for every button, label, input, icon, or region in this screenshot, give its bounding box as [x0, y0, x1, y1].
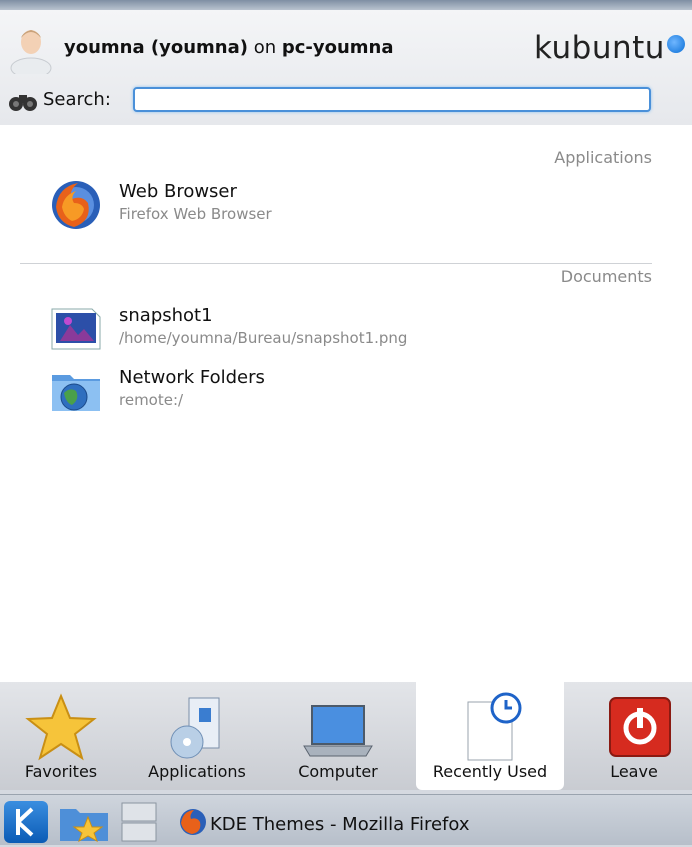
tab-recently-used[interactable]: Recently Used — [416, 682, 564, 790]
list-item-snapshot1[interactable]: snapshot1 /home/youmna/Bureau/snapshot1.… — [46, 301, 666, 357]
list-item-web-browser[interactable]: Web Browser Firefox Web Browser — [46, 177, 666, 233]
tab-label: Applications — [148, 762, 246, 781]
network-folder-icon — [52, 375, 100, 411]
tab-label: Leave — [610, 762, 658, 781]
tab-label: Favorites — [24, 762, 98, 781]
list-item-subtitle: remote:/ — [119, 391, 184, 409]
kubuntu-logo: kubuntu — [534, 30, 665, 66]
host-name: pc-youmna — [281, 37, 394, 58]
documents-section-header: Documents — [560, 267, 652, 286]
user-name: youmna (youmna) — [64, 37, 248, 58]
section-divider — [20, 263, 652, 264]
search-label: Search: — [43, 89, 111, 110]
list-item-subtitle: /home/youmna/Bureau/snapshot1.png — [119, 329, 408, 347]
menu-header: youmna (youmna) on pc-youmna kubuntu Sea… — [0, 10, 692, 125]
list-item-title: Network Folders — [119, 367, 265, 388]
list-item-subtitle: Firefox Web Browser — [119, 205, 272, 223]
tab-leave[interactable]: Leave — [586, 682, 682, 790]
tab-applications[interactable]: Applications — [136, 682, 258, 790]
tab-label: Recently Used — [432, 762, 548, 781]
tab-label: Computer — [298, 762, 378, 781]
results-panel: Applications Web Browser Firefox Web Bro… — [0, 125, 692, 682]
list-item-title: snapshot1 — [119, 305, 213, 326]
applications-icon — [170, 697, 220, 759]
user-host-label: youmna (youmna) on pc-youmna — [64, 37, 394, 58]
folder-star-icon[interactable] — [58, 803, 110, 843]
user-avatar-icon — [10, 30, 52, 74]
firefox-task-icon[interactable] — [178, 807, 208, 837]
binoculars-icon — [9, 95, 37, 111]
desktop-pager-icon[interactable] — [120, 801, 158, 843]
kde-menu-button[interactable] — [4, 801, 48, 843]
launcher-tab-bar: Favorites Applications Computer Recently… — [0, 682, 692, 790]
kubuntu-logo-icon — [667, 35, 685, 53]
search-input[interactable] — [133, 87, 651, 112]
image-file-icon — [51, 308, 101, 350]
kde-logo-icon — [16, 807, 34, 837]
tab-computer[interactable]: Computer — [282, 682, 394, 790]
taskbar: KDE Themes - Mozilla Firefox — [0, 794, 692, 845]
tab-favorites[interactable]: Favorites — [10, 682, 112, 790]
task-window-title[interactable]: KDE Themes - Mozilla Firefox — [210, 814, 469, 835]
power-icon — [609, 697, 671, 757]
on-word: on — [247, 37, 282, 58]
applications-section-header: Applications — [554, 148, 652, 167]
star-icon — [25, 693, 97, 761]
window-top-strip — [0, 0, 692, 10]
list-item-title: Web Browser — [119, 181, 237, 202]
firefox-icon — [52, 181, 100, 229]
laptop-icon — [303, 705, 373, 757]
clock-document-icon — [467, 692, 522, 761]
list-item-network-folders[interactable]: Network Folders remote:/ — [46, 363, 666, 419]
